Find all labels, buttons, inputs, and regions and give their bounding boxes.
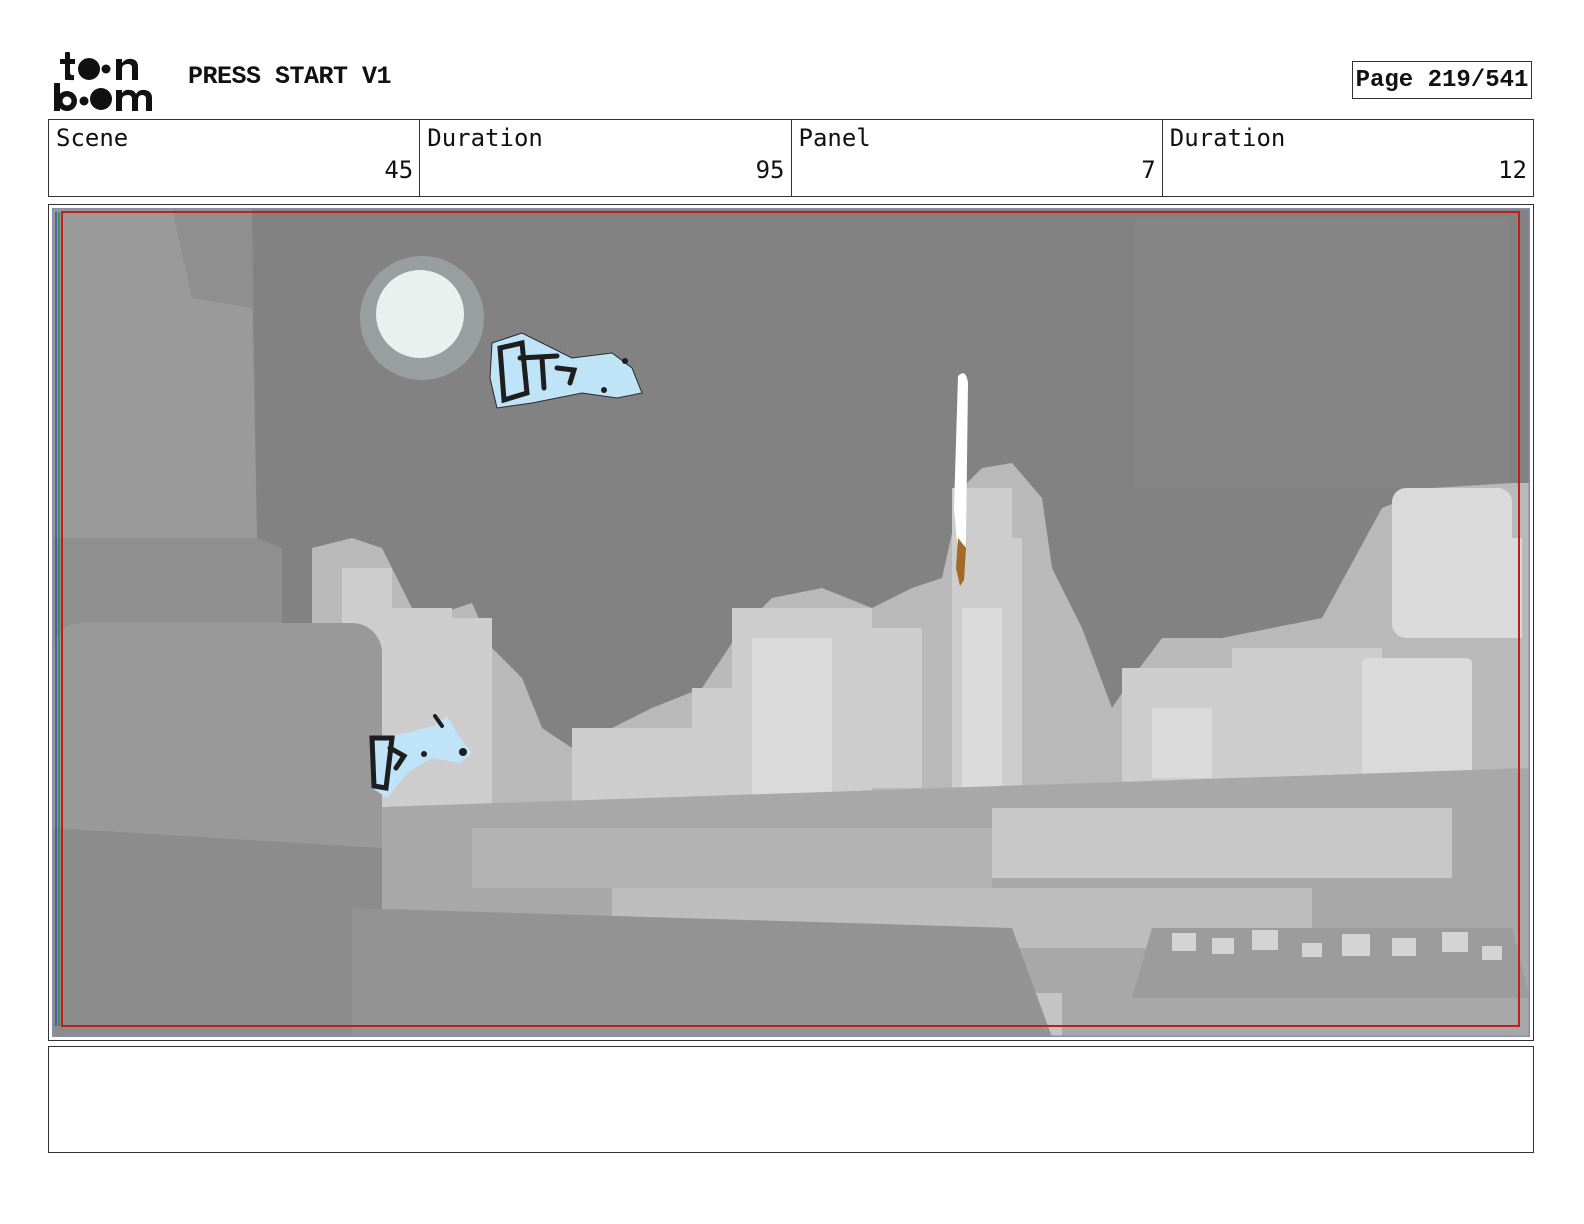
panel-value: 7 — [1141, 156, 1156, 184]
scene-cell: Scene 45 — [49, 120, 421, 196]
toon-boom-logo — [52, 50, 164, 112]
scene-info-table: Scene 45 Duration 95 Panel 7 Duration 12 — [48, 119, 1534, 197]
page-indicator: Page 219/541 — [1352, 61, 1532, 99]
panel-duration-value: 12 — [1498, 156, 1527, 184]
storyboard-panel-frame — [48, 204, 1534, 1041]
panel-notes — [48, 1046, 1534, 1153]
scene-label: Scene — [56, 124, 129, 152]
scene-duration-label: Duration — [427, 124, 543, 152]
project-title: PRESS START V1 — [188, 62, 392, 91]
panel-cell: Panel 7 — [792, 120, 1163, 196]
scene-duration-cell: Duration 95 — [420, 120, 792, 196]
scene-duration-value: 95 — [755, 156, 785, 184]
storyboard-panel-image — [52, 208, 1530, 1037]
scene-value: 45 — [384, 156, 414, 184]
panel-duration-cell: Duration 12 — [1163, 120, 1533, 196]
panel-label: Panel — [798, 124, 871, 152]
panel-duration-label: Duration — [1169, 124, 1286, 152]
